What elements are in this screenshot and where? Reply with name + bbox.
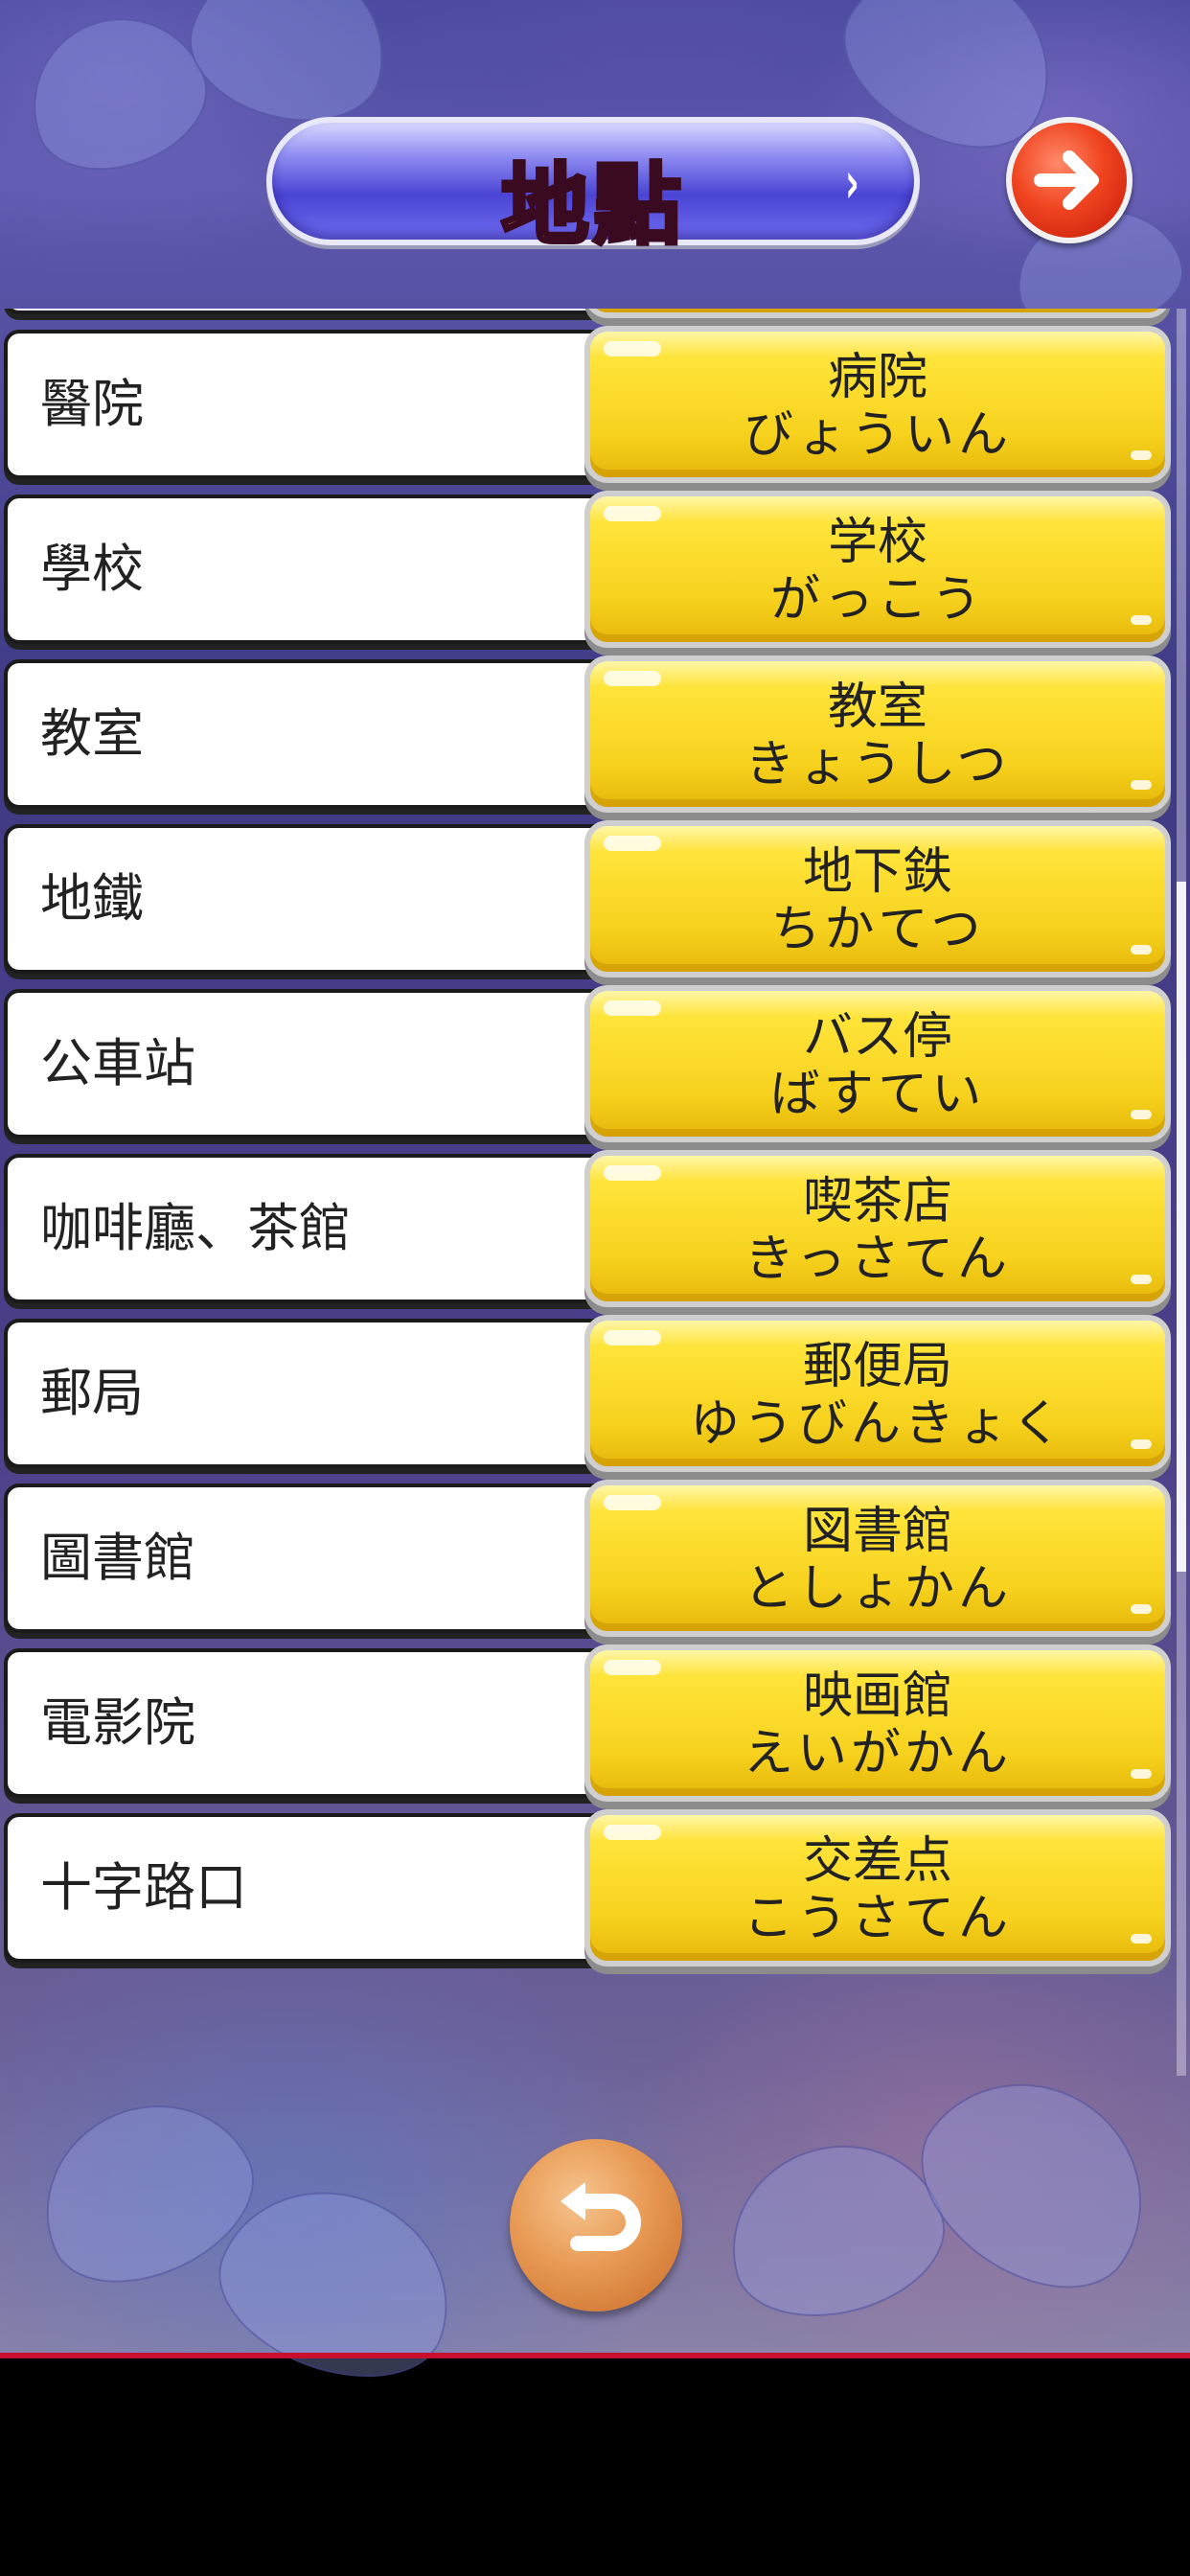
japanese-kanji: 図書館 <box>802 1503 952 1560</box>
chinese-label: 醫院 <box>40 374 144 434</box>
chinese-label: 圖書館 <box>40 1528 195 1588</box>
japanese-kana: ちかてつ <box>770 901 985 958</box>
chinese-label-card: 公車站 <box>4 989 636 1138</box>
chinese-label: 咖啡廳、茶館 <box>40 1198 351 1258</box>
chinese-label: 公車站 <box>40 1033 195 1093</box>
japanese-answer-button[interactable]: 交差点 こうさてん <box>584 1809 1171 1966</box>
japanese-kana: としょかん <box>743 1560 1012 1618</box>
japanese-answer-button[interactable]: 公園こうえん <box>584 309 1171 318</box>
list-item: 圖書館 図書館 としょかん <box>0 1480 1177 1648</box>
japanese-answer-button[interactable]: 喫茶店 きっさてん <box>584 1150 1171 1307</box>
chinese-label-card: 地鐵 <box>4 824 636 974</box>
category-title: 地點 <box>499 152 685 259</box>
flower-petal <box>887 2038 1186 2326</box>
chinese-label-card: 醫院 <box>4 330 636 479</box>
chinese-label-card: 十字路口 <box>4 1813 636 1963</box>
chinese-label: 十字路口 <box>40 1857 247 1918</box>
chinese-label: 電影院 <box>40 1692 195 1753</box>
japanese-kana: こうさてん <box>743 1890 1012 1947</box>
vocabulary-list[interactable]: 公園公園こうえん醫院病院びょういん學校学校がっこう教室教室きょうしつ地鐵地下鉄ち… <box>0 309 1177 2076</box>
chinese-label: 郵局 <box>40 1363 144 1423</box>
chinese-label: 公園 <box>40 309 144 310</box>
list-item: 電影院 映画館 えいがかん <box>0 1644 1177 1813</box>
japanese-answer-button[interactable]: 郵便局 ゆうびんきょく <box>584 1315 1171 1472</box>
next-button[interactable] <box>1006 117 1133 243</box>
japanese-kana: がっこう <box>769 571 985 629</box>
back-button[interactable] <box>510 2139 682 2312</box>
chinese-label-card: 公園 <box>4 309 636 314</box>
list-item: 咖啡廳、茶館 喫茶店 きっさてん <box>0 1150 1177 1319</box>
list-item: 學校 学校 がっこう <box>0 491 1177 659</box>
chevron-right-icon: › <box>845 150 860 217</box>
chinese-label: 教室 <box>40 703 144 764</box>
japanese-kana: びょういん <box>743 406 1012 464</box>
japanese-kanji: バス停 <box>802 1008 952 1066</box>
chinese-label: 地鐵 <box>40 868 144 929</box>
list-item: 教室 教室 きょうしつ <box>0 656 1177 824</box>
japanese-kanji: 学校 <box>827 514 927 571</box>
japanese-answer-button[interactable]: 映画館 えいがかん <box>584 1644 1171 1802</box>
japanese-kana: きっさてん <box>744 1230 1011 1288</box>
japanese-kana: ゆうびんきょく <box>689 1395 1065 1453</box>
divider-line <box>0 2353 1190 2358</box>
japanese-kanji: 映画館 <box>802 1668 952 1725</box>
japanese-kanji: 交差点 <box>802 1832 952 1890</box>
japanese-answer-button[interactable]: 地下鉄 ちかてつ <box>584 820 1171 978</box>
japanese-kana: ばすてい <box>769 1066 986 1123</box>
japanese-kanji: 郵便局 <box>802 1338 952 1395</box>
japanese-kanji: 病院 <box>827 349 927 406</box>
arrow-right-icon <box>1034 150 1099 210</box>
japanese-kana: きょうしつ <box>744 736 1011 794</box>
chinese-label-card: 教室 <box>4 659 636 809</box>
japanese-answer-button[interactable]: 病院 びょういん <box>584 326 1171 483</box>
chinese-label-card: 學校 <box>4 494 636 644</box>
japanese-answer-button[interactable]: バス停 ばすてい <box>584 985 1171 1142</box>
list-item: 地鐵 地下鉄 ちかてつ <box>0 820 1177 989</box>
list-item: 醫院 病院 びょういん <box>0 326 1177 494</box>
chinese-label-card: 郵局 <box>4 1319 636 1468</box>
list-item: 郵局 郵便局 ゆうびんきょく <box>0 1315 1177 1484</box>
chinese-label-card: 電影院 <box>4 1648 636 1798</box>
japanese-kanji: 教室 <box>827 678 927 736</box>
japanese-answer-button[interactable]: 図書館 としょかん <box>584 1480 1171 1637</box>
chinese-label: 學校 <box>40 539 144 599</box>
list-item: 公車站 バス停 ばすてい <box>0 985 1177 1154</box>
japanese-kana: えいがかん <box>743 1725 1012 1782</box>
category-title-button[interactable]: 地點 › <box>266 117 920 259</box>
chinese-label-card: 咖啡廳、茶館 <box>4 1154 636 1303</box>
return-arrow-icon <box>561 2182 641 2251</box>
japanese-kanji: 地下鉄 <box>802 843 952 901</box>
chinese-label-card: 圖書館 <box>4 1484 636 1633</box>
japanese-kanji: 喫茶店 <box>802 1173 952 1230</box>
japanese-answer-button[interactable]: 教室 きょうしつ <box>584 656 1171 813</box>
list-item: 十字路口 交差点 こうさてん <box>0 1809 1177 1978</box>
japanese-answer-button[interactable]: 学校 がっこう <box>584 491 1171 648</box>
scrollbar-thumb[interactable] <box>1177 882 1186 1572</box>
